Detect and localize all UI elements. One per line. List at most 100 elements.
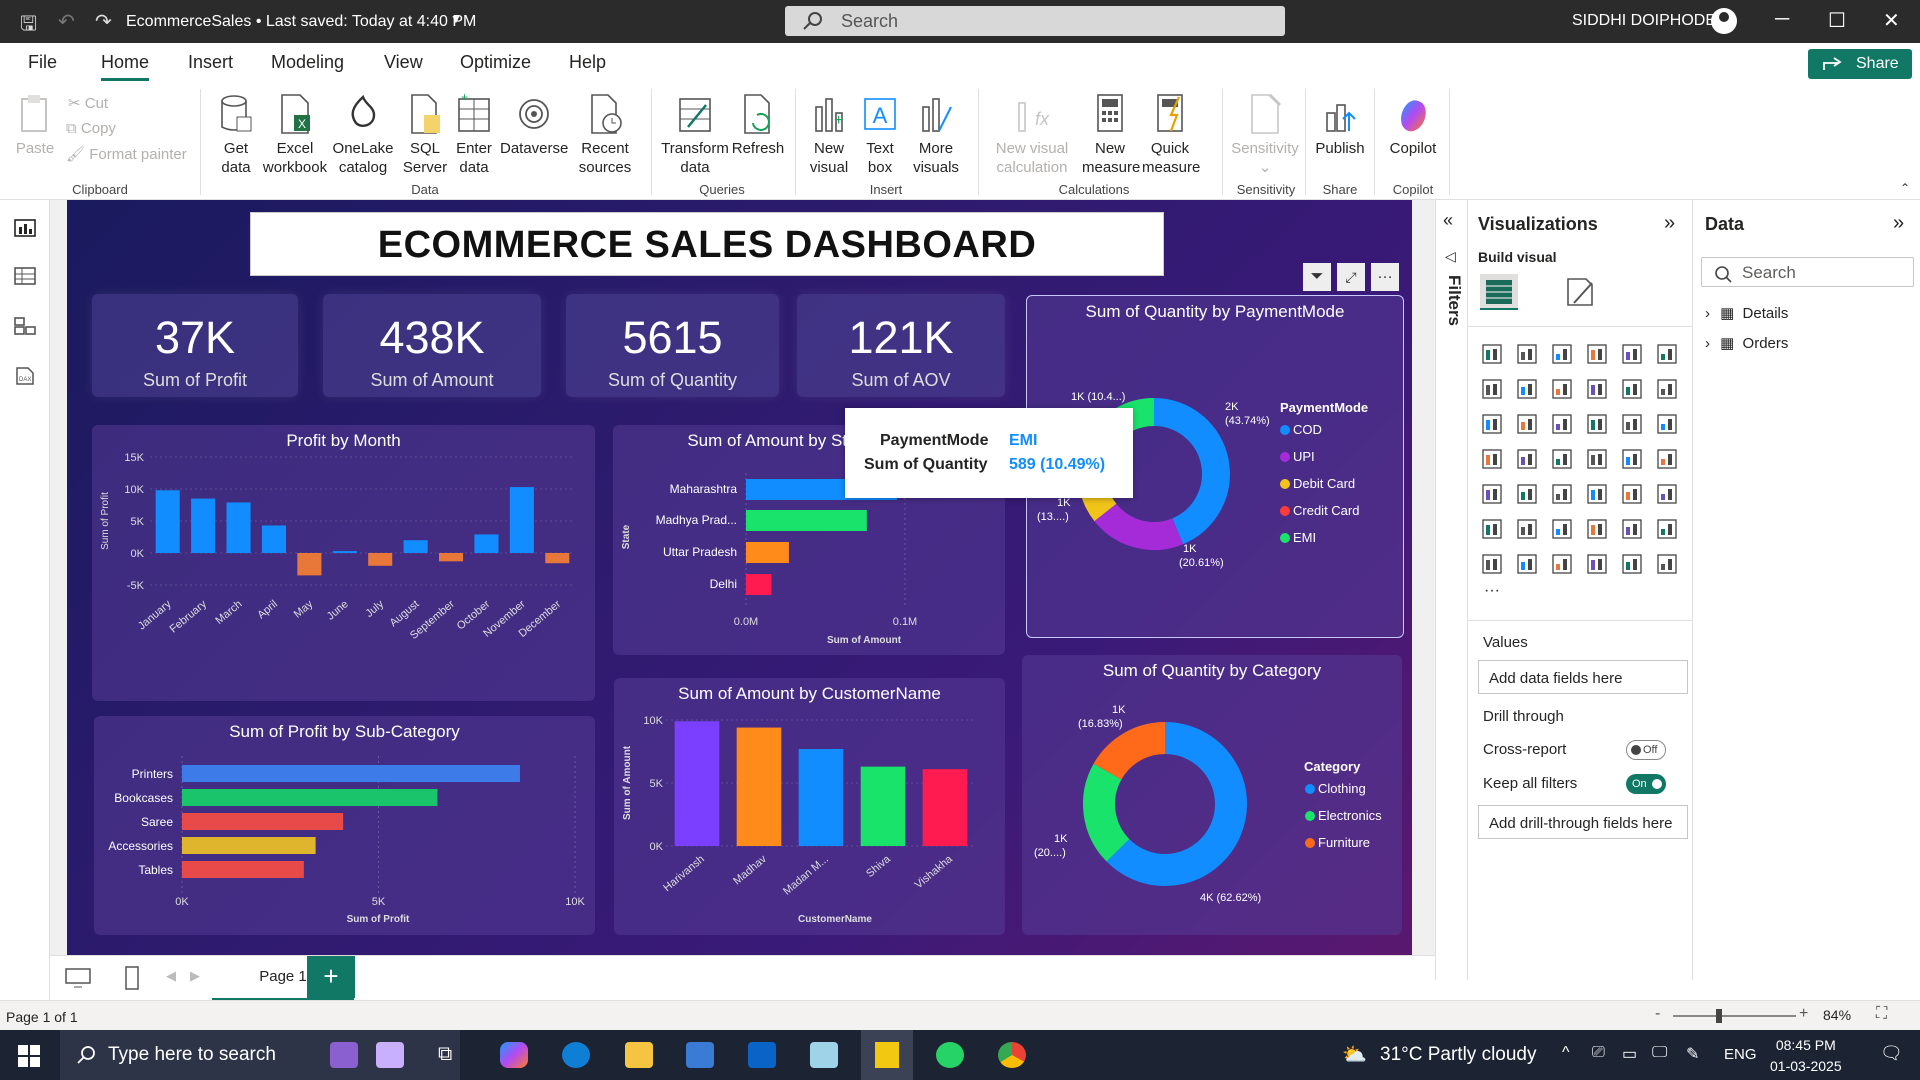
gauge-visual-icon[interactable] (1620, 447, 1644, 471)
tab-modeling[interactable]: Modeling (271, 52, 344, 73)
stacked-area-visual-icon[interactable] (1550, 377, 1574, 401)
kpi-card-quantity[interactable]: 5615 Sum of Quantity (566, 294, 779, 397)
new-visual-calculation-button[interactable]: fx New visual calculation (986, 93, 1078, 177)
combo-visual-icon[interactable] (1515, 412, 1539, 436)
stacked-bar-visual-icon[interactable] (1480, 342, 1504, 366)
redo-icon[interactable]: ↷ (95, 9, 112, 34)
windows-start-icon[interactable] (18, 1045, 40, 1067)
100-bar-visual-icon[interactable] (1620, 342, 1644, 366)
qna-visual-icon[interactable] (1585, 517, 1609, 541)
kpi-card-amount[interactable]: 438K Sum of Amount (323, 294, 541, 397)
values-drop-zone[interactable]: Add data fields here (1478, 660, 1688, 694)
filters-pane-collapsed[interactable]: « ◁ Filters (1435, 200, 1468, 980)
collapse-ribbon-icon[interactable]: ⌃ (1900, 181, 1910, 195)
r-visual-visual-icon[interactable] (1655, 482, 1679, 506)
refresh-button[interactable]: Refresh (730, 93, 786, 158)
chevron-down-icon[interactable]: ▼ (450, 12, 462, 26)
network-icon[interactable]: 🖵 (1652, 1044, 1667, 1062)
chart-profit-by-subcategory[interactable]: Sum of Profit by Sub-Category 0K 5K 10K Pri… (94, 716, 595, 935)
table-details[interactable]: › ▦ Details (1705, 304, 1788, 322)
area-visual-icon[interactable] (1515, 377, 1539, 401)
weather-text[interactable]: 31°C Partly cloudy (1380, 1044, 1537, 1066)
python-visual-visual-icon[interactable] (1480, 517, 1504, 541)
new-slicer-visual-icon[interactable] (1550, 552, 1574, 576)
chart-quantity-by-category[interactable]: Sum of Quantity by Category 1K (16.83%) 1K… (1022, 655, 1402, 935)
task-view-icon[interactable]: ⧉ (438, 1043, 452, 1066)
line-stacked-visual-icon[interactable] (1480, 412, 1504, 436)
whatsapp-app-icon[interactable] (936, 1042, 964, 1068)
text-box-button[interactable]: A Text box (856, 93, 904, 177)
tab-view[interactable]: View (384, 52, 423, 73)
100-column-visual-icon[interactable] (1655, 342, 1679, 366)
drill-through-drop-zone[interactable]: Add drill-through fields here (1478, 805, 1688, 839)
notepad-app-icon[interactable] (376, 1042, 404, 1068)
key-influencers-visual-icon[interactable] (1515, 517, 1539, 541)
transform-data-button[interactable]: Transform data (658, 93, 732, 177)
more-visuals-button[interactable]: More visuals (906, 93, 966, 177)
table-view-icon[interactable] (14, 266, 36, 286)
minimize-icon[interactable]: ─ (1775, 8, 1789, 31)
chart-profit-by-month[interactable]: Profit by Month 15K 10K 5K 0K -5K Sum of Prof… (92, 425, 595, 701)
get-data-button[interactable]: Get data (208, 93, 264, 177)
file-explorer-icon[interactable] (625, 1042, 653, 1068)
dataverse-button[interactable]: Dataverse (500, 93, 568, 158)
save-icon[interactable]: 🖫 (20, 9, 37, 43)
cross-report-toggle[interactable]: Off (1626, 740, 1666, 760)
search-input[interactable]: Search (785, 6, 1285, 36)
donut-visual-icon[interactable] (1655, 412, 1679, 436)
meet-icon[interactable]: ⎚ (1592, 1044, 1605, 1062)
prev-page-icon[interactable]: ◀ (166, 968, 176, 984)
store-app-icon[interactable] (686, 1042, 714, 1068)
zoom-slider[interactable] (1673, 1015, 1796, 1017)
language-indicator[interactable]: ENG (1724, 1046, 1757, 1063)
new-card-visual-icon[interactable] (1515, 552, 1539, 576)
tab-home[interactable]: Home (101, 52, 150, 81)
new-visual-button[interactable]: + New visual (804, 93, 854, 177)
sensitivity-button[interactable]: Sensitivity ⌄ (1226, 93, 1304, 177)
publish-button[interactable]: Publish (1310, 93, 1370, 158)
maximize-icon[interactable]: ☐ (1828, 8, 1846, 33)
clustered-column-visual-icon[interactable] (1585, 342, 1609, 366)
zoom-slider-thumb[interactable] (1716, 1009, 1722, 1023)
table-orders[interactable]: › ▦ Orders (1705, 334, 1788, 352)
share-button[interactable]: Share (1808, 49, 1912, 79)
more-visuals-ellipsis-icon[interactable]: ··· (1484, 582, 1500, 600)
format-painter-button[interactable]: 🖌 Format painter (66, 145, 187, 163)
format-visual-icon[interactable] (1564, 275, 1596, 309)
line-column-visual-icon[interactable] (1655, 377, 1679, 401)
enter-data-button[interactable]: + Enter data (450, 93, 498, 177)
show-hidden-icons-chevron-icon[interactable]: ^ (1562, 1044, 1570, 1062)
collapse-chevron-icon[interactable]: » (1664, 212, 1675, 235)
kpi-card-profit[interactable]: 37K Sum of Profit (92, 294, 298, 397)
copilot-button[interactable]: Copilot (1380, 93, 1446, 158)
tab-optimize[interactable]: Optimize (460, 52, 531, 73)
power-automate-visual-icon[interactable] (1655, 552, 1679, 576)
recent-sources-button[interactable]: Recent sources (570, 93, 640, 177)
azure-map-visual-icon[interactable] (1585, 447, 1609, 471)
power-apps-visual-icon[interactable] (1620, 552, 1644, 576)
trophy-visual-icon[interactable] (1655, 517, 1679, 541)
treemap-visual-icon[interactable] (1480, 447, 1504, 471)
model-view-icon[interactable] (14, 316, 36, 336)
clapper-app-icon[interactable] (330, 1042, 358, 1068)
new-measure-button[interactable]: New measure (1082, 93, 1140, 177)
table-visual-icon[interactable] (1585, 482, 1609, 506)
scatter-visual-icon[interactable] (1585, 412, 1609, 436)
collapse-chevron-icon[interactable]: » (1893, 212, 1904, 235)
zoom-in-icon[interactable]: + (1799, 1005, 1808, 1023)
funnel-visual-icon[interactable] (1550, 412, 1574, 436)
tab-insert[interactable]: Insert (188, 52, 233, 73)
outlook-app-icon[interactable] (748, 1042, 776, 1068)
zoom-out-icon[interactable]: - (1655, 1005, 1660, 1023)
expand-chevron-icon[interactable]: « (1443, 210, 1453, 231)
paste-button[interactable]: Paste (12, 93, 58, 158)
smart-narrative-visual-icon[interactable] (1620, 517, 1644, 541)
keep-all-filters-toggle[interactable]: On (1626, 774, 1666, 794)
button-slicer-visual-icon[interactable] (1585, 552, 1609, 576)
battery-icon[interactable]: ▭ (1622, 1044, 1637, 1064)
pie-visual-icon[interactable] (1620, 412, 1644, 436)
powerbi-active-tab[interactable] (861, 1030, 913, 1080)
chart-amount-by-customer[interactable]: Sum of Amount by CustomerName 10K 5K 0K Har… (614, 678, 1005, 935)
waterfall-visual-icon[interactable] (1620, 377, 1644, 401)
copy-button[interactable]: ⧉ Copy (66, 120, 116, 137)
